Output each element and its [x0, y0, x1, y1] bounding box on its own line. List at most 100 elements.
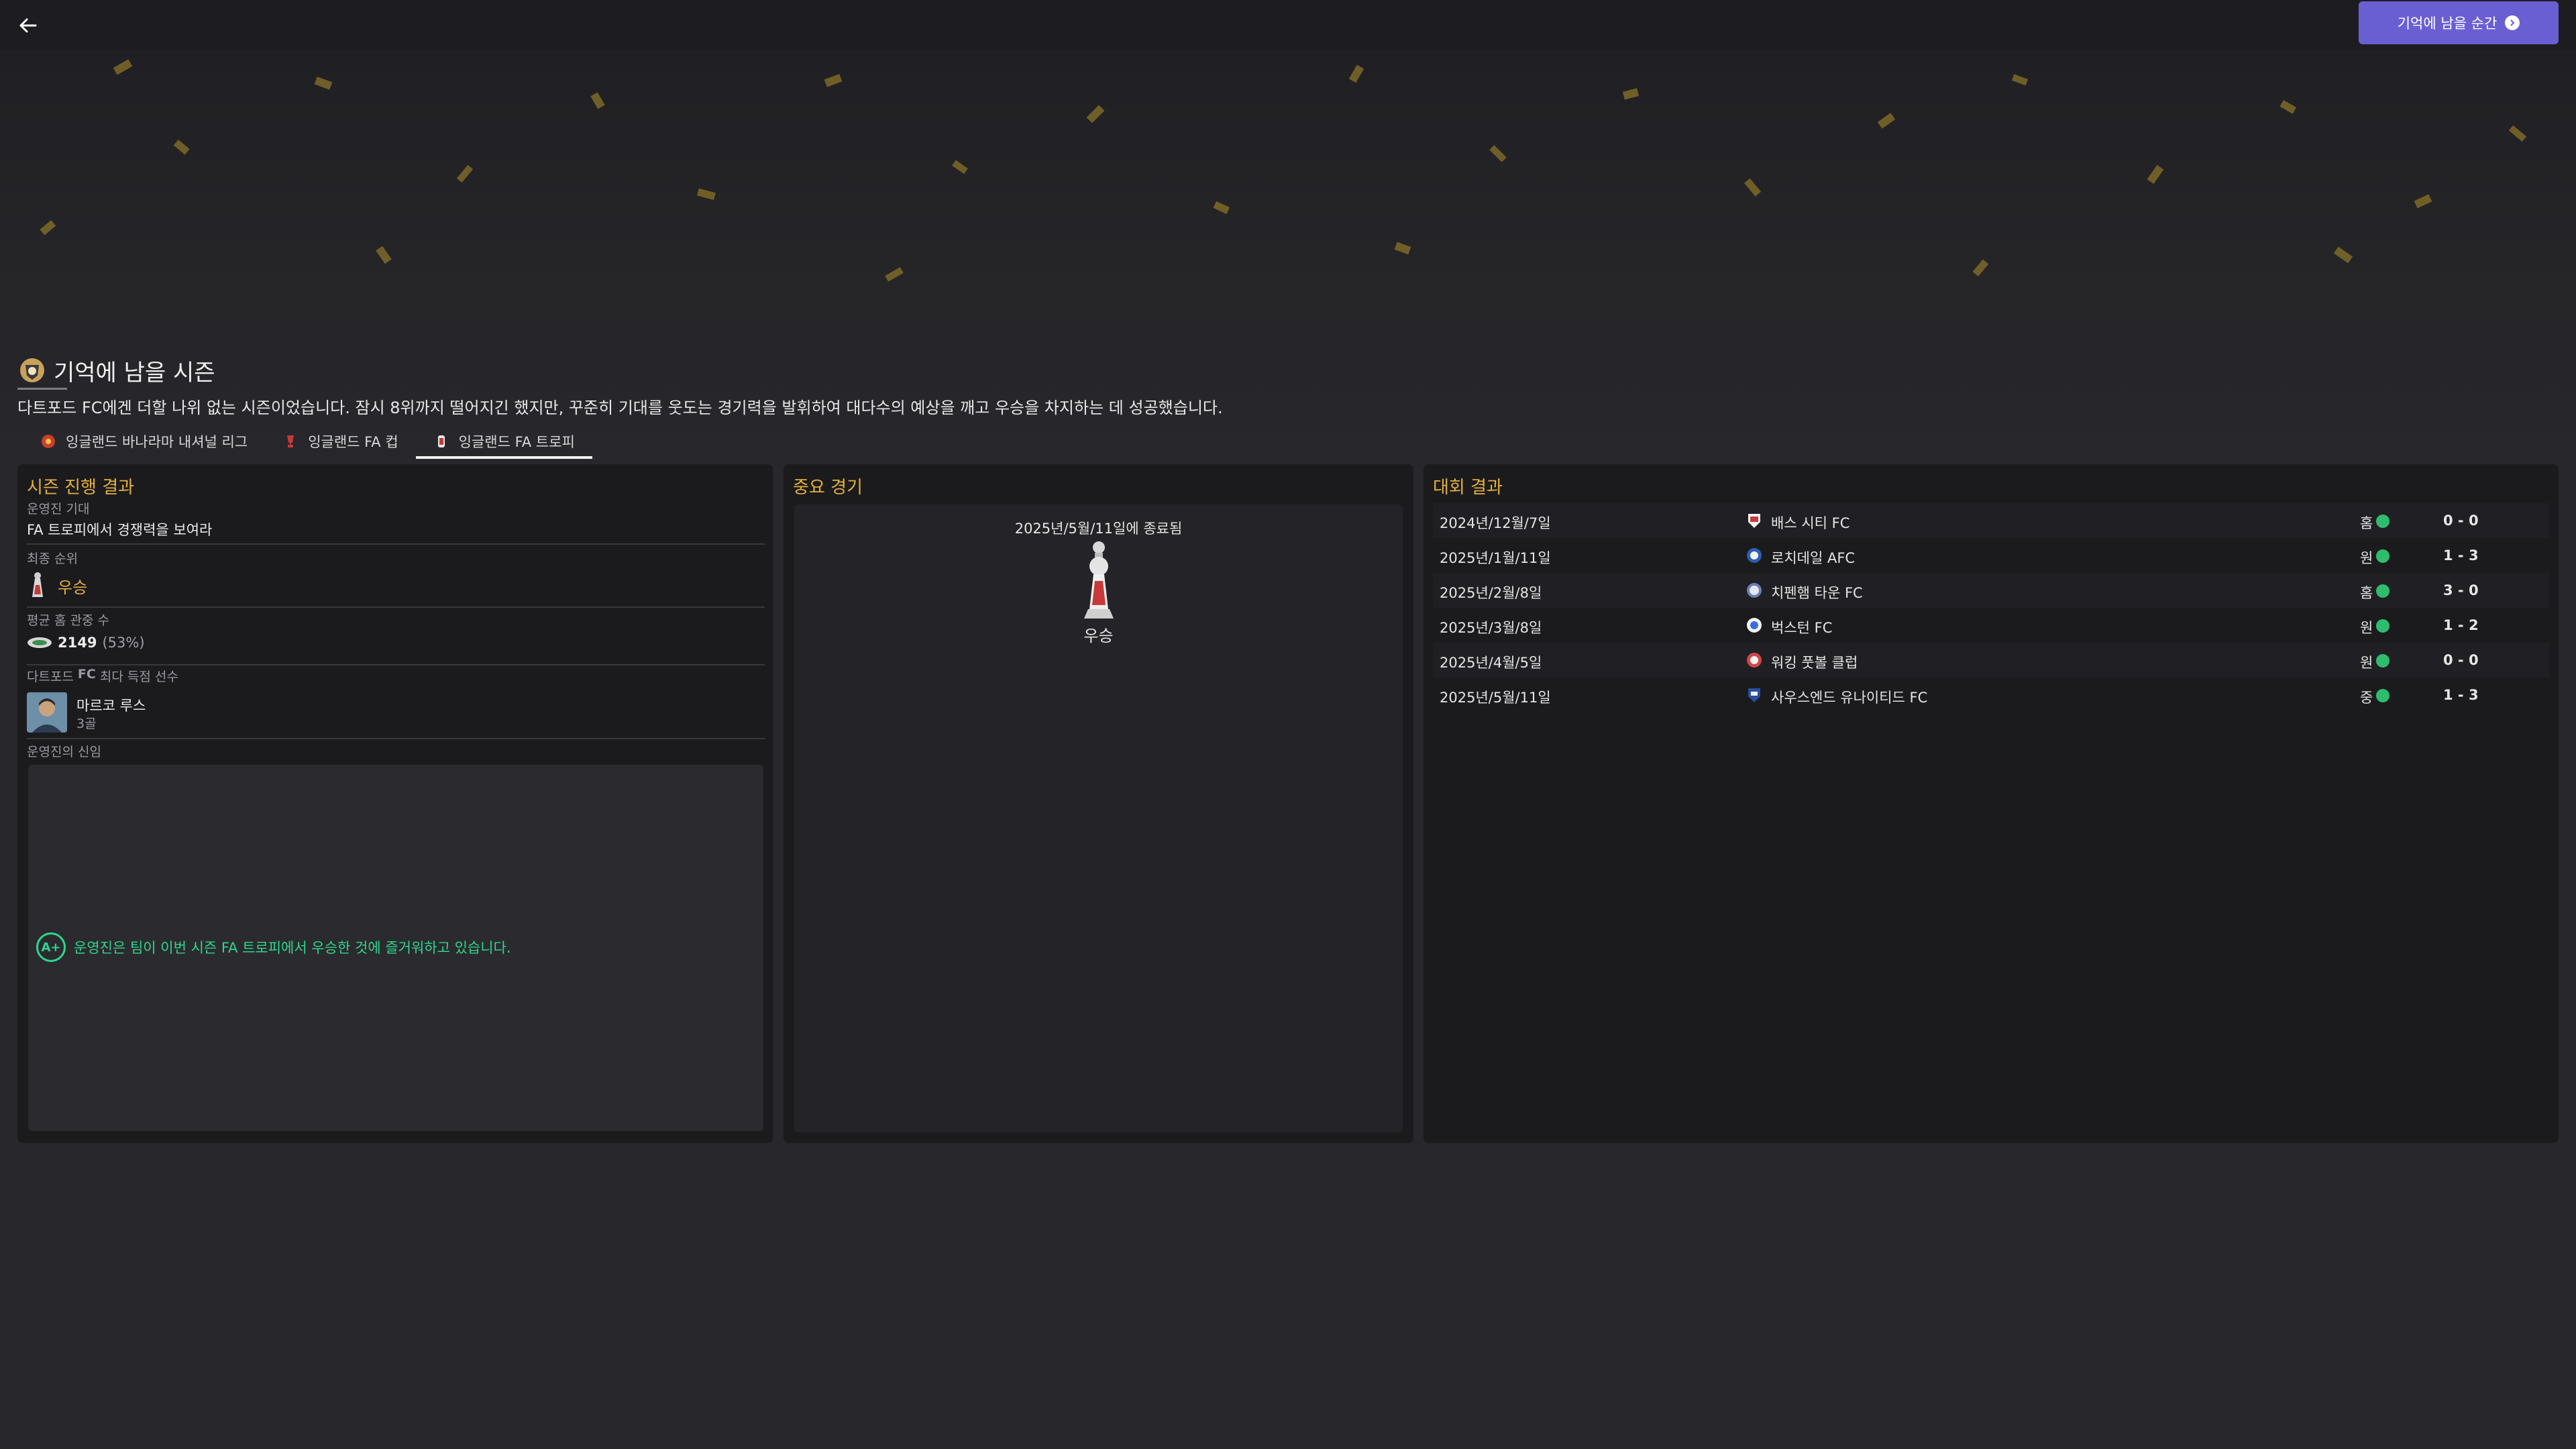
- key-match-panel: 중요 경기 2025년/5월/11일에 종료됨 우승: [784, 464, 1413, 1143]
- grade-badge-icon: A+: [36, 932, 66, 962]
- attendance-row: 2149 (53%): [27, 635, 145, 651]
- top-scorer-label: 다트포드 FC 최다 득점 선수: [27, 667, 178, 685]
- top-scorer-name[interactable]: 마르코 루스: [76, 695, 146, 715]
- club-crest-icon: [20, 358, 44, 382]
- result-status-dot: [2376, 515, 2390, 528]
- venue: 원: [2360, 550, 2373, 566]
- memorable-moment-label: 기억에 남을 순간: [2397, 15, 2498, 32]
- board-expectation-value: FA 트로피에서 경쟁력을 보여라: [27, 522, 213, 538]
- attendance-percent: (53%): [102, 635, 145, 651]
- divider: [27, 543, 765, 545]
- board-expectation-label: 운영진 기대: [27, 502, 90, 517]
- tab-national-league[interactable]: 잉글랜드 바나라마 내셔널 리그: [23, 424, 265, 459]
- fa-cup-icon: [287, 435, 294, 447]
- score: 1 - 3: [2443, 687, 2479, 703]
- key-match-result: 우승: [1083, 627, 1114, 645]
- score: 0 - 0: [2443, 652, 2479, 668]
- player-portrait-icon: [27, 692, 67, 733]
- board-confidence-box: A+ 운영진은 팀이 이번 시즌 FA 트로피에서 우승한 것에 즐거워하고 있…: [28, 765, 763, 1131]
- result-row[interactable]: 2025년/2월/8일 치펜햄 타운 FC 홈 3 - 0: [1433, 573, 2549, 608]
- score: 1 - 2: [2443, 617, 2479, 633]
- opponent-name[interactable]: 벅스턴 FC: [1771, 617, 1832, 637]
- result-status-dot: [2376, 584, 2390, 598]
- board-feedback-text: 운영진은 팀이 이번 시즌 FA 트로피에서 우승한 것에 즐거워하고 있습니다…: [74, 940, 511, 956]
- arrow-right-circle-icon: [2505, 15, 2520, 30]
- divider: [27, 606, 765, 608]
- opponent-name[interactable]: 배스 시티 FC: [1771, 513, 1849, 533]
- southend-crest-icon: [1748, 688, 1760, 702]
- attendance-label: 평균 홈 관중 수: [27, 613, 109, 628]
- board-confidence-label: 운영진의 신임: [27, 745, 101, 759]
- fa-trophy-icon: [437, 435, 445, 447]
- top-scorer-club-fc: FC: [77, 667, 96, 682]
- competition-results-panel: 대회 결과 2024년/12월/7일 배스 시티 FC 홈 0 - 0 2025…: [1424, 464, 2559, 1143]
- title-underline: [17, 388, 67, 390]
- stadium-icon: [28, 637, 52, 648]
- match-date: 2025년/1월/11일: [1440, 550, 1551, 566]
- result-row[interactable]: 2025년/4월/5일 워킹 풋볼 클럽 원 0 - 0: [1433, 643, 2549, 678]
- national-league-icon: [42, 435, 55, 448]
- match-date: 2024년/12월/7일: [1440, 515, 1551, 531]
- score: 3 - 0: [2443, 582, 2479, 598]
- venue: 원: [2360, 655, 2373, 671]
- trophy-icon: [32, 572, 43, 597]
- panel-title: 중요 경기: [793, 478, 863, 498]
- rochdale-crest-icon: [1747, 548, 1762, 563]
- competition-tabs: 잉글랜드 바나라마 내셔널 리그 잉글랜드 FA 컵 잉글랜드 FA 트로피: [23, 424, 592, 459]
- memorable-moment-button[interactable]: 기억에 남을 순간: [2359, 1, 2559, 44]
- buxton-crest-icon: [1747, 618, 1762, 633]
- divider: [27, 664, 765, 665]
- opponent-name[interactable]: 사우스엔드 유나이티드 FC: [1771, 687, 1927, 707]
- match-date: 2025년/5월/11일: [1440, 690, 1551, 706]
- match-date: 2025년/3월/8일: [1440, 620, 1542, 636]
- bath-city-crest-icon: [1748, 514, 1760, 528]
- season-progress-panel: 시즌 진행 결과 운영진 기대 FA 트로피에서 경쟁력을 보여라 최종 순위 …: [17, 464, 773, 1143]
- tab-fa-trophy[interactable]: 잉글랜드 FA 트로피: [415, 424, 592, 459]
- key-match-date: 2025년/5월/11일에 종료됨: [1014, 521, 1183, 537]
- key-match-card[interactable]: 2025년/5월/11일에 종료됨 우승: [794, 504, 1403, 1132]
- score: 1 - 3: [2443, 547, 2479, 564]
- tab-label: 잉글랜드 바나라마 내셔널 리그: [66, 434, 248, 450]
- result-status-dot: [2376, 689, 2390, 702]
- woking-crest-icon: [1747, 653, 1762, 667]
- result-status-dot: [2376, 654, 2390, 667]
- match-date: 2025년/2월/8일: [1440, 585, 1542, 601]
- attendance-value: 2149: [58, 635, 97, 651]
- venue: 원: [2360, 620, 2373, 636]
- result-row[interactable]: 2025년/3월/8일 벅스턴 FC 원 1 - 2: [1433, 608, 2549, 643]
- board-feedback: A+ 운영진은 팀이 이번 시즌 FA 트로피에서 우승한 것에 즐거워하고 있…: [36, 932, 511, 962]
- result-status-dot: [2376, 549, 2390, 563]
- result-row[interactable]: 2024년/12월/7일 배스 시티 FC 홈 0 - 0: [1433, 503, 2549, 538]
- back-button[interactable]: [15, 12, 42, 39]
- result-row[interactable]: 2025년/5월/11일 사우스엔드 유나이티드 FC 중 1 - 3: [1433, 678, 2549, 712]
- top-scorer-caption: 최다 득점 선수: [99, 669, 178, 684]
- results-list: 2024년/12월/7일 배스 시티 FC 홈 0 - 0 2025년/1월/1…: [1433, 503, 2549, 712]
- panel-title: 대회 결과: [1433, 478, 1503, 498]
- top-scorer-club: 다트포드: [27, 669, 74, 684]
- top-scorer-goals: 3골: [76, 716, 97, 731]
- final-position-label: 최종 순위: [27, 551, 78, 566]
- panel-title: 시즌 진행 결과: [27, 478, 135, 498]
- tab-fa-cup[interactable]: 잉글랜드 FA 컵: [265, 424, 415, 459]
- chippenham-crest-icon: [1747, 583, 1762, 598]
- opponent-name[interactable]: 로치데일 AFC: [1771, 547, 1855, 568]
- match-date: 2025년/4월/5일: [1440, 655, 1542, 671]
- result-row[interactable]: 2025년/1월/11일 로치데일 AFC 원 1 - 3: [1433, 538, 2549, 573]
- venue: 홈: [2360, 585, 2373, 601]
- score: 0 - 0: [2443, 513, 2479, 529]
- back-arrow-icon: [19, 18, 37, 33]
- season-title: 기억에 남을 시즌: [17, 352, 215, 389]
- venue: 홈: [2360, 515, 2373, 531]
- tab-label: 잉글랜드 FA 컵: [308, 434, 398, 450]
- result-status-dot: [2376, 619, 2390, 633]
- player-avatar[interactable]: [27, 692, 67, 733]
- final-position-value: 우승: [58, 578, 88, 597]
- divider: [27, 738, 765, 739]
- venue: 중: [2360, 690, 2373, 706]
- tab-label: 잉글랜드 FA 트로피: [458, 434, 575, 450]
- opponent-name[interactable]: 워킹 풋볼 클럽: [1771, 652, 1858, 672]
- final-position-row: 우승: [27, 572, 87, 600]
- season-title-text: 기억에 남을 시즌: [54, 359, 215, 386]
- season-description: 다트포드 FC에겐 더할 나위 없는 시즌이었습니다. 잠시 8위까지 떨어지긴…: [17, 398, 1223, 417]
- opponent-name[interactable]: 치펜햄 타운 FC: [1771, 582, 1863, 602]
